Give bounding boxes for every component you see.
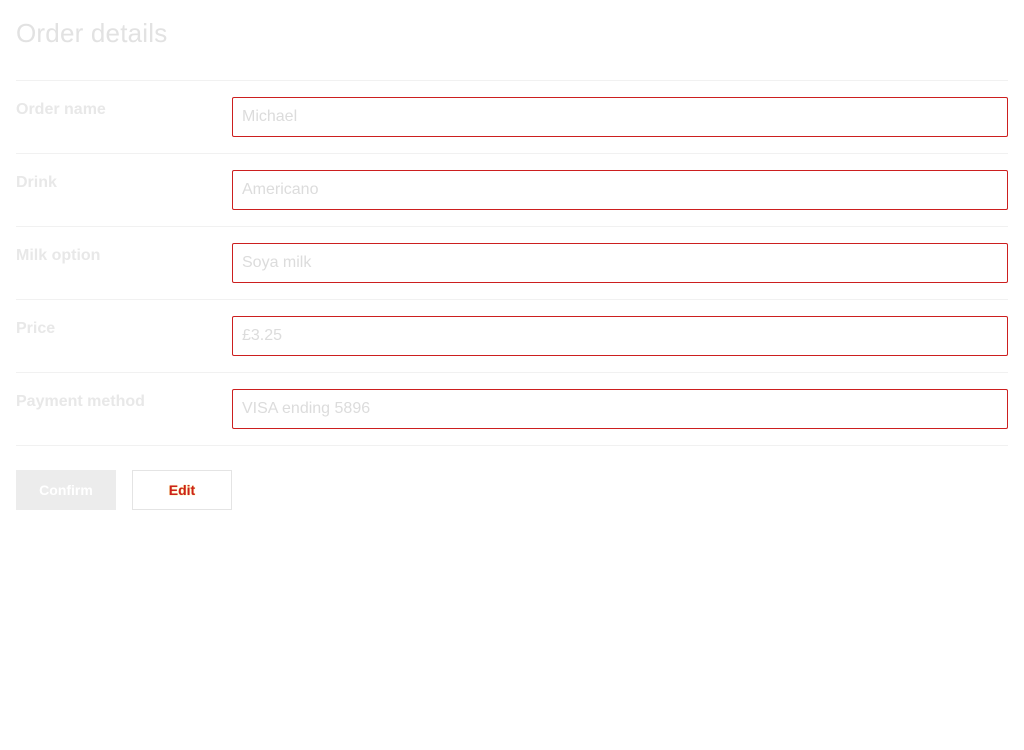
field-row-drink: Drink	[16, 153, 1008, 226]
order-details-form: Order name Drink Milk option Price Payme…	[16, 80, 1008, 446]
field-row-payment-method: Payment method	[16, 372, 1008, 446]
payment-method-field[interactable]	[232, 389, 1008, 429]
payment-method-label: Payment method	[16, 393, 145, 410]
edit-button[interactable]: Edit	[132, 470, 232, 510]
order-details-page: Order details Order name Drink Milk opti…	[0, 0, 1024, 750]
field-row-order-name: Order name	[16, 80, 1008, 153]
drink-field[interactable]	[232, 170, 1008, 210]
milk-option-field[interactable]	[232, 243, 1008, 283]
order-name-label: Order name	[16, 101, 106, 118]
price-field[interactable]	[232, 316, 1008, 356]
order-name-field[interactable]	[232, 97, 1008, 137]
price-label: Price	[16, 320, 56, 337]
field-row-milk-option: Milk option	[16, 226, 1008, 299]
milk-option-label: Milk option	[16, 247, 101, 264]
field-row-price: Price	[16, 299, 1008, 372]
confirm-button[interactable]: Confirm	[16, 470, 116, 510]
drink-label: Drink	[16, 174, 57, 191]
page-title: Order details	[16, 18, 168, 48]
